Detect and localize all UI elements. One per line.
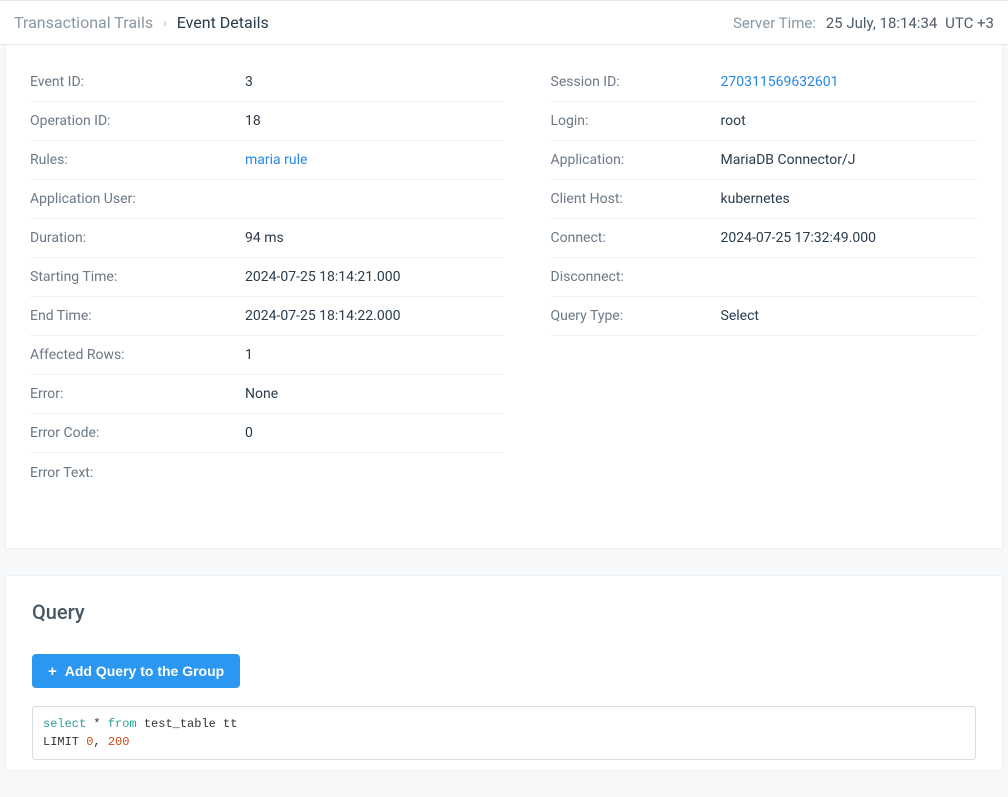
add-query-button-label: Add Query to the Group	[65, 663, 224, 679]
field-value: 2024-07-25 18:14:21.000	[245, 269, 400, 285]
chevron-right-icon: ›	[163, 16, 167, 30]
field-value: 18	[245, 113, 261, 129]
field-value: 0	[245, 425, 253, 441]
field-label: Error Code:	[30, 425, 245, 441]
field-label: Event ID:	[30, 74, 245, 90]
field-error: Error: None	[30, 375, 503, 414]
field-query-type: Query Type: Select	[551, 297, 979, 336]
sql-keyword-limit: LIMIT	[43, 735, 79, 749]
field-value: root	[721, 113, 746, 129]
field-operation-id: Operation ID: 18	[30, 102, 503, 141]
field-application: Application: MariaDB Connector/J	[551, 141, 979, 180]
add-query-to-group-button[interactable]: + Add Query to the Group	[32, 654, 240, 688]
field-label: Starting Time:	[30, 269, 245, 285]
server-time-label: Server Time:	[733, 14, 816, 32]
field-value: 94 ms	[245, 230, 284, 246]
sql-keyword-from: from	[108, 717, 137, 731]
details-left-column: Event ID: 3 Operation ID: 18 Rules: mari…	[30, 63, 503, 492]
query-panel: Query + Add Query to the Group select * …	[5, 575, 1003, 771]
field-end-time: End Time: 2024-07-25 18:14:22.000	[30, 297, 503, 336]
field-rules: Rules: maria rule	[30, 141, 503, 180]
field-connect: Connect: 2024-07-25 17:32:49.000	[551, 219, 979, 258]
field-value: 3	[245, 74, 253, 90]
sql-table: test_table tt	[144, 717, 238, 731]
field-label: Application User:	[30, 191, 245, 207]
field-event-id: Event ID: 3	[30, 63, 503, 102]
breadcrumb-current: Event Details	[177, 13, 269, 32]
field-client-host: Client Host: kubernetes	[551, 180, 979, 219]
breadcrumb: Transactional Trails › Event Details	[14, 13, 269, 32]
query-section-title: Query	[32, 600, 976, 624]
sql-num: 200	[108, 735, 130, 749]
field-label: Query Type:	[551, 308, 721, 324]
field-value: 2024-07-25 18:14:22.000	[245, 308, 400, 324]
sql-keyword-select: select	[43, 717, 86, 731]
field-label: Application:	[551, 152, 721, 168]
field-value: Select	[721, 308, 759, 324]
field-label: End Time:	[30, 308, 245, 324]
session-id-link[interactable]: 270311569632601	[721, 74, 839, 90]
rules-link[interactable]: maria rule	[245, 152, 307, 168]
field-value: MariaDB Connector/J	[721, 152, 856, 168]
field-session-id: Session ID: 270311569632601	[551, 63, 979, 102]
field-label: Affected Rows:	[30, 347, 245, 363]
field-disconnect: Disconnect:	[551, 258, 979, 297]
field-label: Session ID:	[551, 74, 721, 90]
details-grid: Event ID: 3 Operation ID: 18 Rules: mari…	[30, 63, 978, 492]
sql-code-block[interactable]: select * from test_table tt LIMIT 0, 200	[32, 706, 976, 760]
field-value: kubernetes	[721, 191, 790, 207]
field-error-text: Error Text:	[30, 453, 503, 492]
field-application-user: Application User:	[30, 180, 503, 219]
field-label: Login:	[551, 113, 721, 129]
field-affected-rows: Affected Rows: 1	[30, 336, 503, 375]
field-label: Client Host:	[551, 191, 721, 207]
field-label: Rules:	[30, 152, 245, 168]
server-time-value: 25 July, 18:14:34	[826, 14, 938, 32]
server-time-tz: UTC +3	[945, 14, 994, 32]
sql-comma: ,	[93, 735, 100, 749]
top-bar: Transactional Trails › Event Details Ser…	[0, 0, 1008, 45]
server-time: Server Time: 25 July, 18:14:34 UTC +3	[733, 14, 994, 32]
sql-star: *	[93, 717, 100, 731]
field-login: Login: root	[551, 102, 979, 141]
details-right-column: Session ID: 270311569632601 Login: root …	[551, 63, 979, 492]
details-panel: Event ID: 3 Operation ID: 18 Rules: mari…	[5, 45, 1003, 549]
field-value: 1	[245, 347, 253, 363]
field-label: Disconnect:	[551, 269, 721, 285]
field-error-code: Error Code: 0	[30, 414, 503, 453]
field-starting-time: Starting Time: 2024-07-25 18:14:21.000	[30, 258, 503, 297]
field-label: Error:	[30, 386, 245, 402]
field-value: 2024-07-25 17:32:49.000	[721, 230, 876, 246]
field-label: Duration:	[30, 230, 245, 246]
field-label: Error Text:	[30, 465, 245, 481]
field-label: Operation ID:	[30, 113, 245, 129]
breadcrumb-parent[interactable]: Transactional Trails	[14, 13, 153, 32]
field-value: None	[245, 386, 278, 402]
field-duration: Duration: 94 ms	[30, 219, 503, 258]
plus-icon: +	[48, 664, 57, 679]
field-label: Connect:	[551, 230, 721, 246]
